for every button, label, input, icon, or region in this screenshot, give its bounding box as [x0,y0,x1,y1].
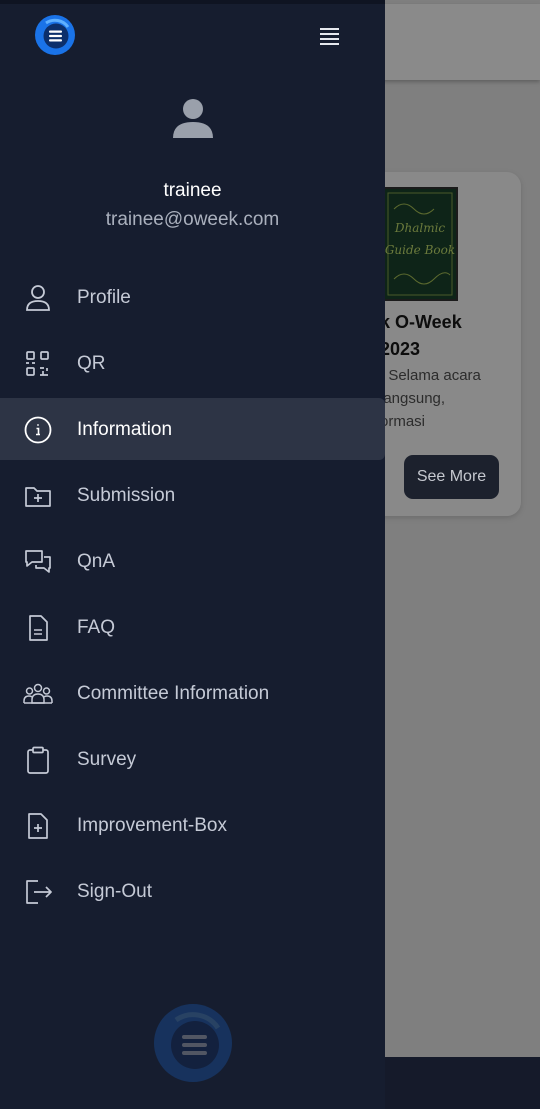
menu-item-survey[interactable]: Survey [0,728,385,790]
app-logo-watermark-icon [154,1004,232,1082]
qr-icon [26,351,49,376]
clipboard-icon [27,746,49,774]
book-cover-text: Dhalmic Guide Book [384,221,456,257]
menu-item-label: Survey [77,749,137,770]
menu-item-faq[interactable]: FAQ [0,596,385,658]
people-group-icon [23,683,53,704]
folder-plus-icon [25,487,51,507]
menu-item-committee-information[interactable]: Committee Information [0,662,385,724]
user-avatar-icon [173,99,213,138]
menu-item-label: Committee Information [77,683,270,704]
guide-book-image: Dhalmic Guide Book [382,187,458,301]
info-icon [24,416,52,444]
event-card-title: k O-Week 2023 [380,312,462,359]
menu-item-submission[interactable]: Submission [0,464,385,526]
person-icon [26,285,50,311]
menu-item-profile[interactable]: Profile [0,266,385,328]
document-icon [29,615,48,641]
menu-item-improvement-box[interactable]: Improvement-Box [0,794,385,856]
menu-item-label: QR [77,353,106,374]
menu-item-label: Sign-Out [77,881,152,902]
app-logo-icon[interactable] [33,13,77,57]
status-bar-edge [0,0,385,4]
menu-item-label: Submission [77,485,176,506]
chat-bubbles-icon [25,550,51,573]
menu-item-label: QnA [77,551,116,572]
menu-item-label: FAQ [77,617,116,638]
user-email: trainee@oweek.com [105,209,280,230]
menu-item-label: Profile [77,287,131,308]
event-card-description: ! Selama acara langsung, ormasi [380,367,481,430]
menu-item-qna[interactable]: QnA [0,530,385,592]
menu-item-sign-out[interactable]: Sign-Out [0,860,385,922]
see-more-button: See More [404,455,499,499]
user-name: trainee [163,180,222,201]
menu-item-information[interactable]: Information [0,398,385,460]
menu-item-qr[interactable]: QR [0,332,385,394]
navigation-drawer: trainee trainee@oweek.com Profile QR Inf… [0,0,385,1109]
menu-item-label: Improvement-Box [77,815,227,836]
hamburger-icon[interactable] [316,24,344,48]
file-plus-icon [28,813,48,839]
sign-out-icon [26,880,52,904]
menu-item-label: Information [77,419,173,440]
